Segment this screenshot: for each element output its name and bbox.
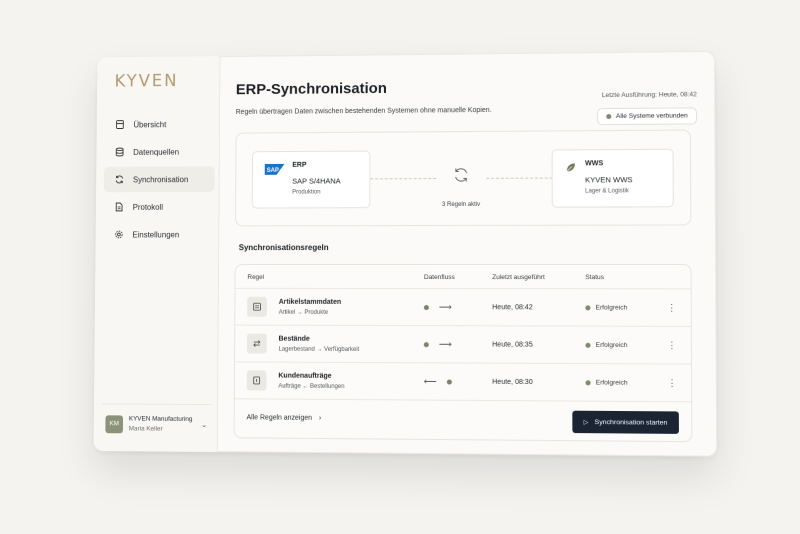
sidebar-item-protokoll[interactable]: Protokoll: [104, 194, 215, 220]
column-header-status: Status: [585, 274, 605, 282]
column-header-datenfluss: Datenfluss: [423, 273, 455, 282]
status-dot-icon: [585, 305, 591, 311]
status-dot-icon: [585, 380, 591, 386]
target-system-name: WWS: [585, 160, 604, 168]
sidebar-nav: Übersicht Datenquellen Synchronisation P…: [103, 111, 215, 249]
rule-last-run: Heute, 08:42: [492, 304, 533, 312]
sidebar-item-label: Datenquellen: [133, 147, 180, 157]
sidebar-item-uebersicht[interactable]: Übersicht: [104, 111, 215, 137]
table-header: Regel Datenfluss Zuletzt ausgeführt Stat…: [235, 264, 691, 290]
flow-dot-icon: [446, 379, 452, 385]
chevron-right-icon: ›: [318, 414, 322, 422]
connector-line-right: [486, 177, 553, 179]
column-header-regel: Regel: [247, 273, 265, 281]
flow-dot-icon: [423, 342, 429, 348]
source-system-name: ERP: [292, 161, 307, 169]
user-info: KYVEN Manufacturing Maria Keller: [129, 414, 193, 434]
table-row[interactable]: Bestände Lagerbestand → Verfügbarkeit ⟶ …: [235, 325, 691, 365]
arrow-right-icon: ⟶: [438, 302, 452, 313]
rule-mapping: Artikel → Produkte: [278, 309, 329, 316]
user-switcher[interactable]: KM KYVEN Manufacturing Maria Keller ⌄: [101, 403, 212, 439]
rules-active-count: 3 Regeln aktiv: [442, 201, 481, 208]
user-name: Maria Keller: [128, 424, 163, 433]
chevron-down-icon[interactable]: ⌄: [201, 421, 207, 429]
rule-status-label: Erfolgreich: [595, 304, 628, 312]
source-system-product: SAP S/4HANA: [292, 176, 341, 186]
sidebar-item-einstellungen[interactable]: Einstellungen: [103, 221, 214, 247]
sidebar-item-label: Protokoll: [132, 202, 163, 212]
status-badge: Alle Systeme verbunden: [596, 107, 697, 126]
app-window: KYVEN Übersicht Datenquellen Synchronisa…: [93, 50, 718, 457]
show-all-rules-link[interactable]: Alle Regeln anzeigen ›: [247, 414, 322, 422]
rule-status: Erfolgreich: [585, 304, 628, 312]
data-flow-indicator: ⟶: [423, 302, 462, 313]
document-icon: [113, 201, 125, 213]
more-options-icon[interactable]: ⋮: [667, 378, 676, 389]
status-dot-icon: [585, 342, 591, 348]
sidebar-item-synchronisation[interactable]: Synchronisation: [103, 166, 215, 193]
rule-title: Artikelstammdaten: [278, 298, 342, 306]
target-system-desc: Lager & Logistik: [585, 188, 629, 195]
table-icon: [247, 296, 267, 317]
main-content: ERP-Synchronisation Regeln übertragen Da…: [218, 51, 718, 457]
data-flow-indicator: ⟵: [424, 376, 452, 387]
rule-status: Erfolgreich: [585, 342, 627, 349]
source-system-desc: Produktion: [292, 189, 321, 196]
order-icon: [246, 370, 267, 391]
leaf-icon: [565, 160, 577, 178]
dashboard-icon: [114, 119, 126, 131]
start-sync-button-label: Synchronisation starten: [594, 418, 668, 427]
play-icon: ▷: [583, 419, 589, 426]
start-sync-button[interactable]: ▷ Synchronisation starten: [572, 410, 679, 434]
sidebar: KYVEN Übersicht Datenquellen Synchronisa…: [93, 56, 221, 453]
rules-heading: Synchronisationsregeln: [238, 243, 329, 253]
status-badge-label: Alle Systeme verbunden: [615, 112, 688, 120]
rule-mapping: Aufträge ← Bestellungen: [278, 383, 345, 390]
data-flow-indicator: ⟶: [423, 339, 462, 350]
transfer-icon: [246, 333, 267, 354]
source-system-card[interactable]: SAP ERP SAP S/4HANA Produktion: [251, 150, 371, 209]
target-system-card[interactable]: WWS KYVEN WWS Lager & Logistik: [551, 148, 674, 208]
arrow-right-icon: ⟶: [438, 339, 452, 350]
more-options-icon[interactable]: ⋮: [667, 340, 676, 351]
sidebar-item-label: Synchronisation: [132, 174, 189, 184]
database-icon: [114, 146, 126, 158]
table-row[interactable]: Kundenaufträge Aufträge ← Bestellungen ⟵…: [234, 362, 692, 403]
avatar: KM: [105, 414, 124, 433]
rule-mapping: Lagerbestand → Verfügbarkeit: [278, 346, 360, 353]
sync-icon: [114, 174, 126, 186]
sync-flow-panel: SAP ERP SAP S/4HANA Produktion 3 Regeln …: [234, 129, 692, 227]
show-all-rules-label: Alle Regeln anzeigen: [246, 414, 313, 422]
sap-logo-icon: SAP: [264, 162, 285, 180]
target-system-product: KYVEN WWS: [585, 175, 633, 185]
rule-status-label: Erfolgreich: [595, 379, 628, 387]
rule-status-label: Erfolgreich: [595, 341, 628, 350]
more-options-icon[interactable]: ⋮: [667, 302, 676, 313]
rules-table: Regel Datenfluss Zuletzt ausgeführt Stat…: [233, 263, 693, 443]
sidebar-item-datenquellen[interactable]: Datenquellen: [104, 139, 215, 165]
gear-icon: [113, 229, 125, 241]
app-logo: KYVEN: [114, 71, 179, 92]
rule-title: Bestände: [278, 335, 310, 343]
table-row[interactable]: Artikelstammdaten Artikel → Produkte ⟶ H…: [235, 288, 691, 327]
last-run-text: Letzte Ausführung: Heute, 08:42: [601, 91, 697, 100]
status-dot-icon: [605, 114, 611, 120]
column-header-zuletzt: Zuletzt ausgeführt: [492, 274, 545, 282]
page-title: ERP-Synchronisation: [235, 80, 387, 99]
connector-line-left: [370, 178, 437, 180]
rule-status: Erfolgreich: [585, 379, 628, 387]
user-company: KYVEN Manufacturing: [128, 414, 193, 423]
page-subtitle: Regeln übertragen Daten zwischen bestehe…: [235, 106, 492, 116]
sap-logo-text: SAP: [267, 168, 279, 174]
sidebar-item-label: Übersicht: [133, 119, 167, 129]
rule-last-run: Heute, 08:30: [492, 378, 533, 387]
table-footer: Alle Regeln anzeigen › ▷ Synchronisation…: [235, 399, 692, 443]
flow-dot-icon: [423, 305, 429, 311]
sync-icon: [454, 168, 467, 182]
rule-title: Kundenaufträge: [278, 372, 332, 380]
arrow-left-icon: ⟵: [423, 376, 437, 387]
sidebar-item-label: Einstellungen: [132, 229, 180, 239]
rule-last-run: Heute, 08:35: [492, 341, 533, 349]
